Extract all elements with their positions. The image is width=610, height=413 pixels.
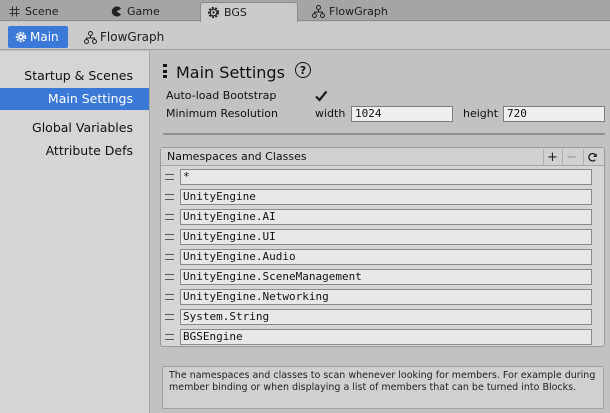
namespace-field[interactable]: UnityEngine.Audio	[180, 249, 592, 265]
remove-item-button[interactable]: −	[562, 149, 580, 165]
tab-bgs[interactable]: BGS	[200, 2, 298, 22]
namespace-field[interactable]: UnityEngine.AI	[180, 209, 592, 225]
namespace-field[interactable]: *	[180, 169, 592, 185]
list-header: Namespaces and Classes + −	[161, 148, 604, 166]
drag-handle-icon[interactable]	[165, 214, 174, 220]
drag-handle-icon[interactable]	[165, 174, 174, 180]
editor-tab-strip: Scene Game BGS FlowGraph	[0, 0, 610, 22]
subtab-label: Main	[30, 30, 59, 44]
gear-icon	[207, 6, 220, 19]
drag-handle-icon[interactable]	[165, 234, 174, 240]
height-field[interactable]: 720	[503, 106, 605, 122]
settings-sidebar: Startup & Scenes Main Settings Global Va…	[0, 51, 150, 413]
sub-toolbar: Main FlowGraph	[0, 22, 610, 50]
page-title: Main Settings	[176, 62, 285, 82]
drag-handle-icon[interactable]	[165, 254, 174, 260]
namespace-field[interactable]: UnityEngine.Networking	[180, 289, 592, 305]
list-item: *	[161, 167, 604, 187]
width-label: width	[315, 107, 346, 120]
namespace-field[interactable]: UnityEngine.SceneManagement	[180, 269, 592, 285]
drag-handle-icon[interactable]	[165, 194, 174, 200]
namespace-field[interactable]: UnityEngine	[180, 189, 592, 205]
help-box: The namespaces and classes to scan whene…	[162, 366, 604, 409]
add-item-button[interactable]: +	[543, 149, 561, 165]
nodes-icon	[84, 30, 97, 44]
list-item: UnityEngine.SceneManagement	[161, 267, 604, 287]
list-item: UnityEngine.UI	[161, 227, 604, 247]
tab-flowgraph[interactable]: FlowGraph	[306, 2, 416, 21]
list-title: Namespaces and Classes	[167, 150, 307, 163]
namespace-field[interactable]: System.String	[180, 309, 592, 325]
section-divider	[163, 133, 605, 135]
list-item: UnityEngine	[161, 187, 604, 207]
tab-label: FlowGraph	[329, 5, 388, 18]
tab-label: Game	[127, 5, 160, 18]
namespace-field[interactable]: BGSEngine	[180, 329, 592, 345]
sidebar-item-attribute-defs[interactable]: Attribute Defs	[0, 140, 149, 162]
drag-handle-icon[interactable]	[165, 334, 174, 340]
autoload-checkbox[interactable]	[314, 89, 328, 103]
subtab-label: FlowGraph	[100, 30, 165, 44]
width-field[interactable]: 1024	[351, 106, 453, 122]
namespace-field[interactable]: UnityEngine.UI	[180, 229, 592, 245]
sidebar-item-startup-scenes[interactable]: Startup & Scenes	[0, 65, 149, 87]
subtab-main[interactable]: Main	[8, 26, 68, 48]
tab-label: BGS	[224, 6, 247, 19]
gear-icon	[14, 31, 27, 44]
pacman-icon	[110, 5, 123, 18]
namespaces-list: Namespaces and Classes + − * UnityEngine…	[160, 147, 605, 347]
list-item: System.String	[161, 307, 604, 327]
subtab-flowgraph[interactable]: FlowGraph	[78, 26, 165, 48]
drag-handle-icon[interactable]	[165, 294, 174, 300]
list-item: BGSEngine	[161, 327, 604, 347]
list-item: UnityEngine.Networking	[161, 287, 604, 307]
tab-label: Scene	[25, 5, 59, 18]
height-label: height	[463, 107, 499, 120]
min-resolution-label: Minimum Resolution	[166, 107, 278, 120]
drag-handle-icon[interactable]	[165, 314, 174, 320]
autoload-label: Auto-load Bootstrap	[166, 89, 277, 102]
list-item: UnityEngine.AI	[161, 207, 604, 227]
sidebar-item-main-settings[interactable]: Main Settings	[0, 88, 149, 110]
drag-handle-icon[interactable]	[165, 274, 174, 280]
checkmark-icon	[315, 90, 328, 102]
help-icon[interactable]: ?	[295, 62, 311, 78]
refresh-icon	[588, 152, 597, 162]
list-item: UnityEngine.Audio	[161, 247, 604, 267]
nodes-icon	[312, 5, 325, 18]
drag-handle-icon	[163, 64, 167, 78]
tab-game[interactable]: Game	[104, 2, 198, 21]
refresh-button[interactable]	[583, 149, 601, 165]
sidebar-item-global-variables[interactable]: Global Variables	[0, 117, 149, 139]
grid-icon	[8, 5, 21, 18]
tab-scene[interactable]: Scene	[2, 2, 98, 21]
